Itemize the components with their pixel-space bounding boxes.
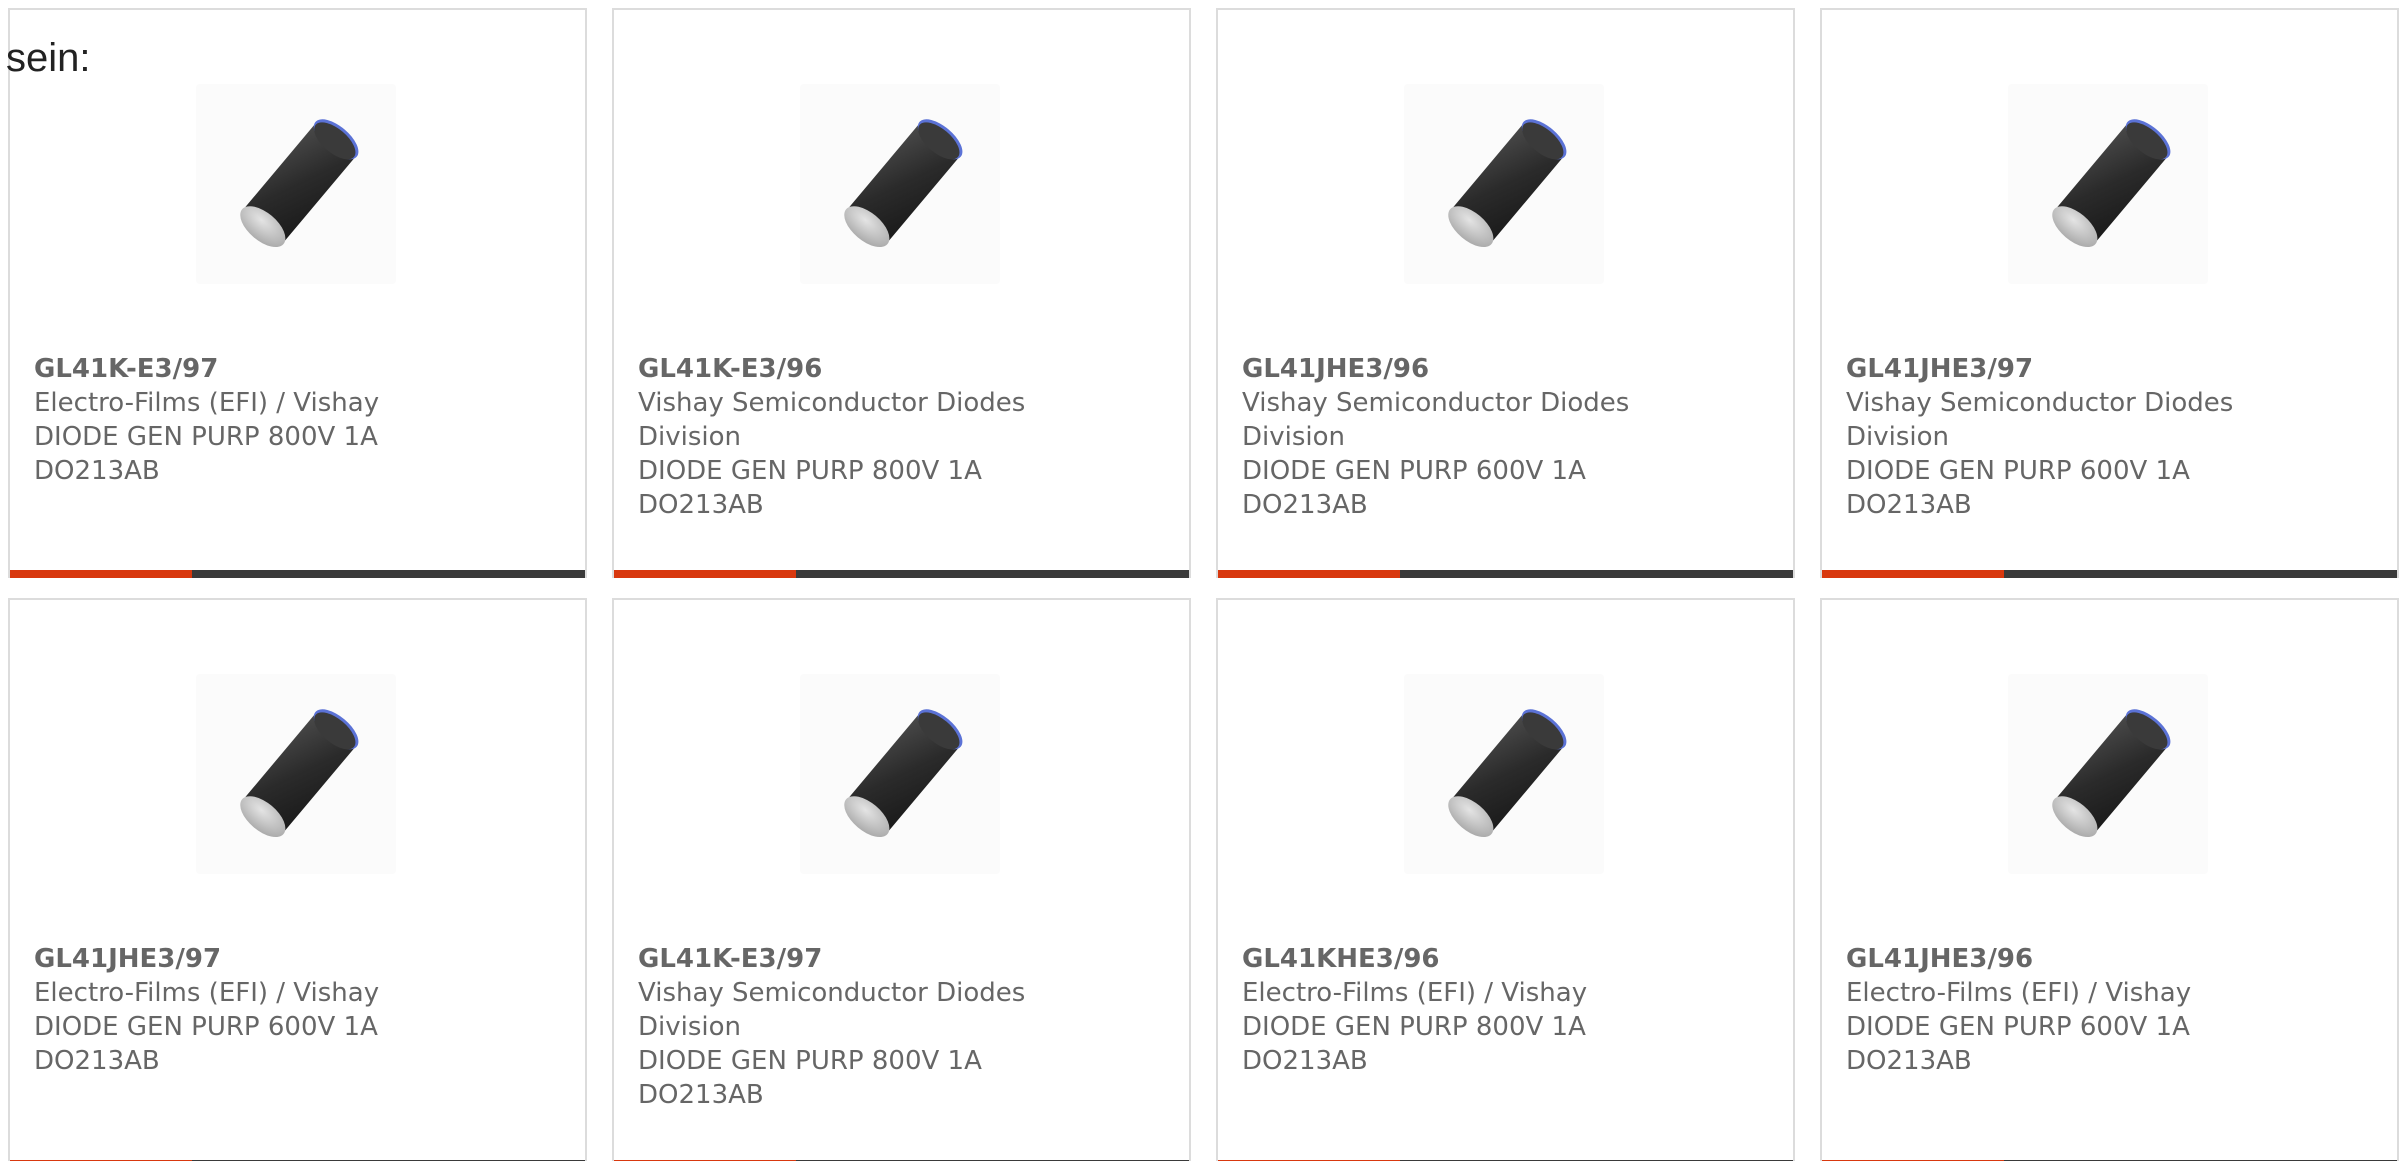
- product-info: GL41JHE3/97 Electro-Films (EFI) / Vishay…: [34, 942, 561, 1078]
- page: GL41K-E3/97 Electro-Films (EFI) / Vishay…: [0, 0, 2400, 1161]
- package: DO213AB: [638, 1080, 764, 1110]
- manufacturer: Vishay Semiconductor Diodes Division: [638, 388, 1026, 452]
- part-number[interactable]: GL41JHE3/97: [1846, 352, 2373, 386]
- package: DO213AB: [34, 1046, 160, 1076]
- product-card[interactable]: GL41K-E3/96 Vishay Semiconductor Diodes …: [612, 8, 1191, 578]
- card-bottom-bar: [1218, 570, 1793, 578]
- product-info: GL41JHE3/96 Electro-Films (EFI) / Vishay…: [1846, 942, 2373, 1078]
- package: DO213AB: [638, 490, 764, 520]
- card-bottom-bar: [10, 570, 585, 578]
- product-info: GL41K-E3/97 Vishay Semiconductor Diodes …: [638, 942, 1165, 1112]
- product-card[interactable]: GL41JHE3/96 Vishay Semiconductor Diodes …: [1216, 8, 1795, 578]
- card-accent-bar: [614, 570, 796, 578]
- card-accent-bar: [1822, 570, 2004, 578]
- package: DO213AB: [1242, 490, 1368, 520]
- part-number[interactable]: GL41KHE3/96: [1242, 942, 1769, 976]
- manufacturer: Electro-Films (EFI) / Vishay: [1242, 978, 1588, 1008]
- manufacturer: Vishay Semiconductor Diodes Division: [1846, 388, 2234, 452]
- product-card[interactable]: GL41K-E3/97 Electro-Films (EFI) / Vishay…: [8, 8, 587, 578]
- product-info: GL41K-E3/97 Electro-Films (EFI) / Vishay…: [34, 352, 561, 488]
- diode-cylinder-icon: [2008, 674, 2208, 874]
- description: DIODE GEN PURP 600V 1A: [34, 1012, 378, 1042]
- intro-text: sein:: [6, 36, 91, 80]
- package: DO213AB: [1242, 1046, 1368, 1076]
- product-card[interactable]: GL41KHE3/96 Electro-Films (EFI) / Vishay…: [1216, 598, 1795, 1161]
- package: DO213AB: [1846, 490, 1972, 520]
- manufacturer: Electro-Films (EFI) / Vishay: [1846, 978, 2192, 1008]
- manufacturer: Vishay Semiconductor Diodes Division: [1242, 388, 1630, 452]
- description: DIODE GEN PURP 600V 1A: [1242, 456, 1586, 486]
- diode-cylinder-icon: [1404, 84, 1604, 284]
- diode-cylinder-icon: [2008, 84, 2208, 284]
- product-card[interactable]: GL41JHE3/97 Electro-Films (EFI) / Vishay…: [8, 598, 587, 1161]
- product-card[interactable]: GL41K-E3/97 Vishay Semiconductor Diodes …: [612, 598, 1191, 1161]
- product-card[interactable]: GL41JHE3/96 Electro-Films (EFI) / Vishay…: [1820, 598, 2399, 1161]
- card-accent-bar: [10, 570, 192, 578]
- description: DIODE GEN PURP 800V 1A: [34, 422, 378, 452]
- description: DIODE GEN PURP 800V 1A: [638, 456, 982, 486]
- manufacturer: Electro-Films (EFI) / Vishay: [34, 978, 380, 1008]
- package: DO213AB: [1846, 1046, 1972, 1076]
- part-number[interactable]: GL41K-E3/97: [34, 352, 561, 386]
- description: DIODE GEN PURP 800V 1A: [638, 1046, 982, 1076]
- card-bottom-bar: [614, 570, 1189, 578]
- package: DO213AB: [34, 456, 160, 486]
- product-info: GL41KHE3/96 Electro-Films (EFI) / Vishay…: [1242, 942, 1769, 1078]
- part-number[interactable]: GL41JHE3/96: [1846, 942, 2373, 976]
- part-number[interactable]: GL41JHE3/96: [1242, 352, 1769, 386]
- card-bottom-bar: [1822, 570, 2397, 578]
- part-number[interactable]: GL41K-E3/97: [638, 942, 1165, 976]
- card-accent-bar: [1218, 570, 1400, 578]
- product-grid: GL41K-E3/97 Electro-Films (EFI) / Vishay…: [8, 8, 2399, 1161]
- diode-cylinder-icon: [196, 84, 396, 284]
- diode-cylinder-icon: [800, 674, 1000, 874]
- part-number[interactable]: GL41JHE3/97: [34, 942, 561, 976]
- product-card[interactable]: GL41JHE3/97 Vishay Semiconductor Diodes …: [1820, 8, 2399, 578]
- manufacturer: Electro-Films (EFI) / Vishay: [34, 388, 380, 418]
- description: DIODE GEN PURP 600V 1A: [1846, 1012, 2190, 1042]
- manufacturer: Vishay Semiconductor Diodes Division: [638, 978, 1026, 1042]
- diode-cylinder-icon: [800, 84, 1000, 284]
- description: DIODE GEN PURP 800V 1A: [1242, 1012, 1586, 1042]
- description: DIODE GEN PURP 600V 1A: [1846, 456, 2190, 486]
- diode-cylinder-icon: [196, 674, 396, 874]
- diode-cylinder-icon: [1404, 674, 1604, 874]
- part-number[interactable]: GL41K-E3/96: [638, 352, 1165, 386]
- product-info: GL41K-E3/96 Vishay Semiconductor Diodes …: [638, 352, 1165, 522]
- product-info: GL41JHE3/97 Vishay Semiconductor Diodes …: [1846, 352, 2373, 522]
- product-info: GL41JHE3/96 Vishay Semiconductor Diodes …: [1242, 352, 1769, 522]
